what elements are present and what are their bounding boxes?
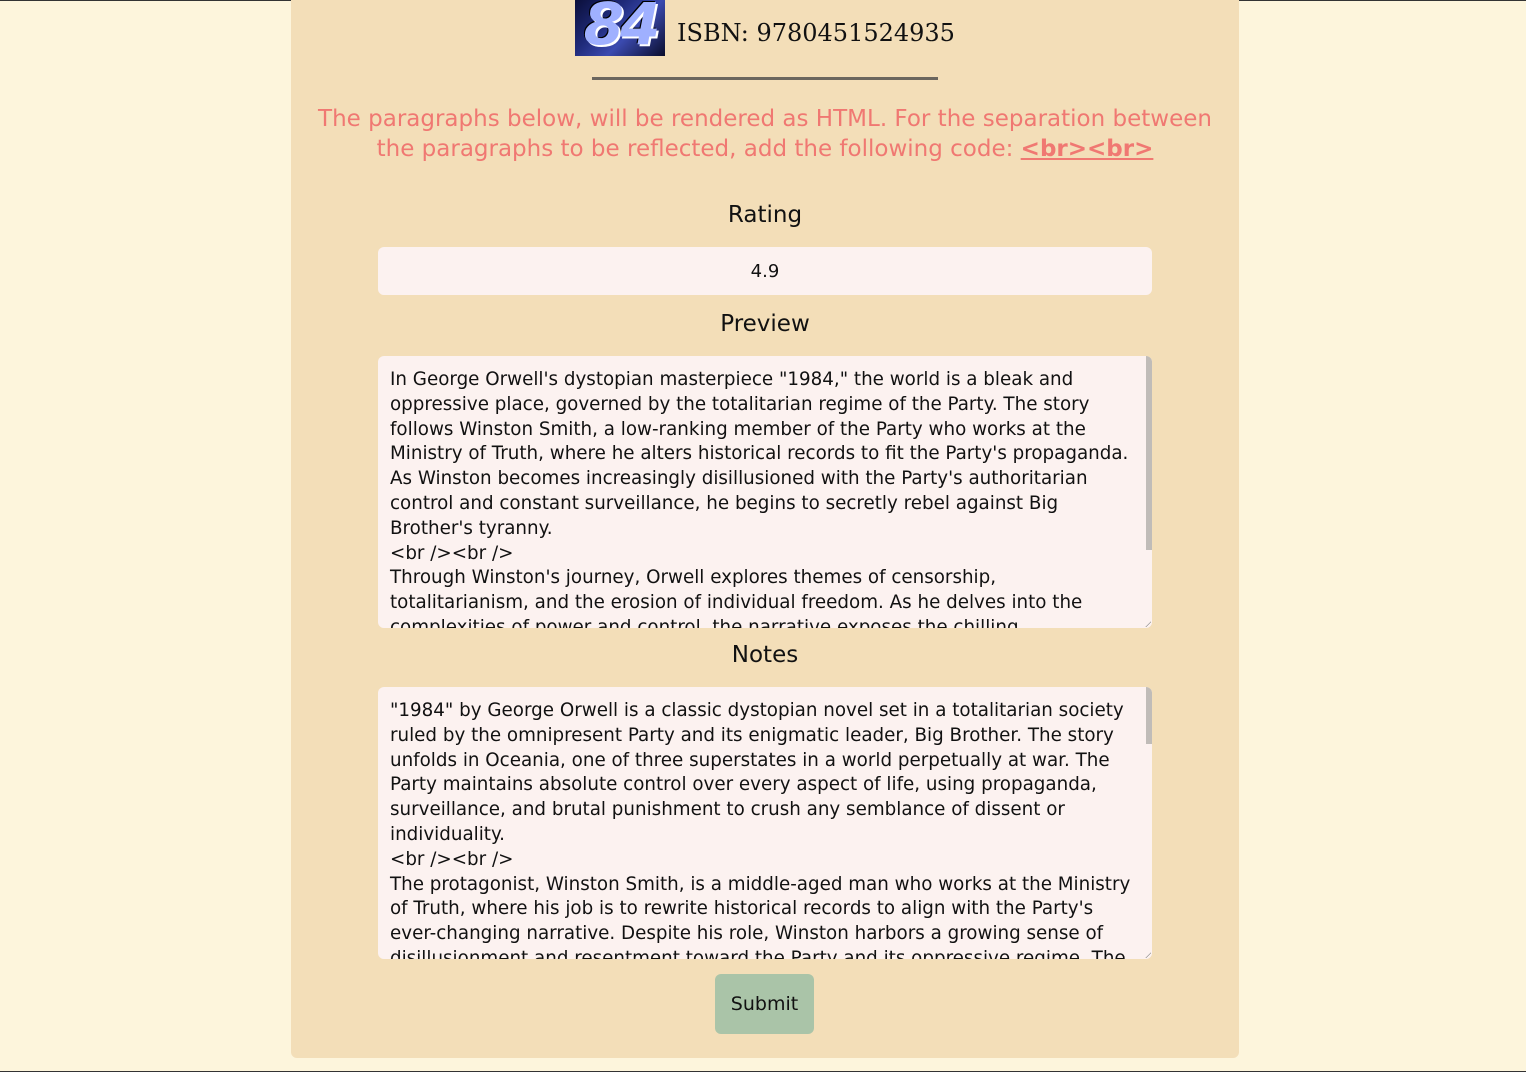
book-cover-text: 84	[583, 0, 661, 56]
notes-textarea[interactable]: "1984" by George Orwell is a classic dys…	[378, 687, 1152, 959]
submit-button[interactable]: Submit	[715, 974, 814, 1034]
divider	[592, 77, 938, 80]
rating-input[interactable]	[378, 247, 1152, 295]
html-notice-code-link[interactable]: <br><br>	[1021, 136, 1154, 162]
notes-scrollbar[interactable]	[1146, 687, 1152, 959]
book-cover-image: 84	[575, 0, 666, 56]
preview-label: Preview	[720, 311, 810, 337]
notes-label: Notes	[731, 642, 799, 668]
preview-textarea[interactable]: In George Orwell's dystopian masterpiece…	[378, 356, 1152, 628]
book-header: 84 ISBN: 9780451524935	[291, 0, 1239, 56]
notes-resize-handle[interactable]	[1145, 952, 1151, 958]
preview-text: In George Orwell's dystopian masterpiece…	[390, 369, 1129, 628]
notes-scroll-thumb[interactable]	[1146, 687, 1152, 744]
preview-scroll-thumb[interactable]	[1146, 356, 1152, 550]
notes-text: "1984" by George Orwell is a classic dys…	[390, 700, 1131, 959]
rating-label: Rating	[727, 202, 803, 228]
html-notice: The paragraphs below, will be rendered a…	[311, 104, 1219, 164]
book-edit-form: 84 ISBN: 9780451524935 The paragraphs be…	[291, 0, 1239, 1058]
isbn-label: ISBN: 9780451524935	[677, 19, 955, 47]
preview-resize-handle[interactable]	[1145, 621, 1151, 627]
preview-scrollbar[interactable]	[1146, 356, 1152, 628]
